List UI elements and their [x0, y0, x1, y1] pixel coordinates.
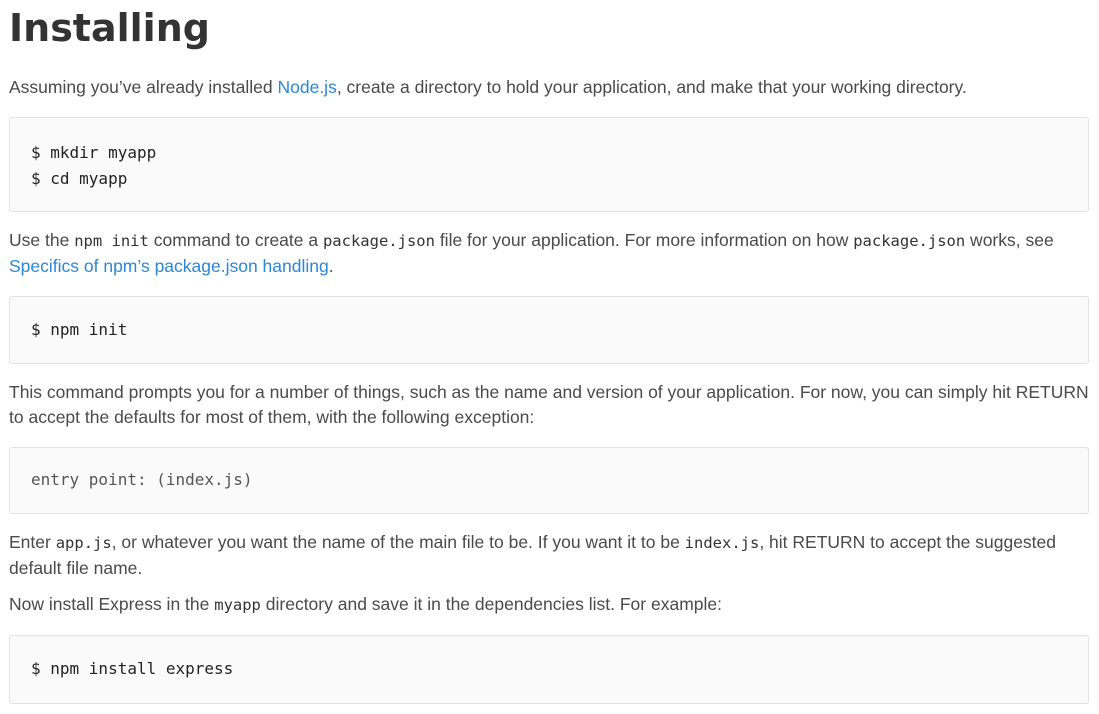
- inline-code: app.js: [55, 534, 112, 552]
- code-block-mkdir[interactable]: $ mkdir myapp $ cd myapp: [9, 117, 1089, 212]
- code-line: $ cd myapp: [31, 169, 128, 188]
- inline-code: index.js: [684, 534, 760, 552]
- enter-app-paragraph: Enter app.js, or whatever you want the n…: [9, 532, 1056, 578]
- prompts-paragraph: This command prompts you for a number of…: [9, 382, 1089, 427]
- main-content: Installing Assuming you’ve already insta…: [9, 0, 1089, 704]
- inline-code: package.json: [853, 232, 966, 250]
- code-line: $ npm init: [31, 320, 128, 339]
- code-block-entry-point[interactable]: entry point: (index.js): [9, 447, 1089, 514]
- code-block-npm-install[interactable]: $ npm install express: [9, 635, 1089, 704]
- install-express-paragraph: Now install Express in the myapp directo…: [9, 594, 722, 614]
- npm-package-json-link[interactable]: Specifics of npm’s package.json handling: [9, 256, 329, 276]
- code-block-npm-init[interactable]: $ npm init: [9, 296, 1089, 364]
- inline-code: package.json: [322, 232, 435, 250]
- code-line: $ npm install express: [31, 659, 234, 678]
- page-title: Installing: [9, 6, 210, 50]
- intro-paragraph: Assuming you’ve already installed Node.j…: [9, 77, 967, 97]
- code-line: $ mkdir myapp: [31, 143, 157, 162]
- code-line: entry point: (index.js): [31, 470, 253, 489]
- npm-init-paragraph: Use the npm init command to create a pac…: [9, 230, 1054, 276]
- inline-code: npm init: [74, 232, 149, 250]
- nodejs-link[interactable]: Node.js: [277, 77, 336, 97]
- inline-code: myapp: [214, 596, 261, 614]
